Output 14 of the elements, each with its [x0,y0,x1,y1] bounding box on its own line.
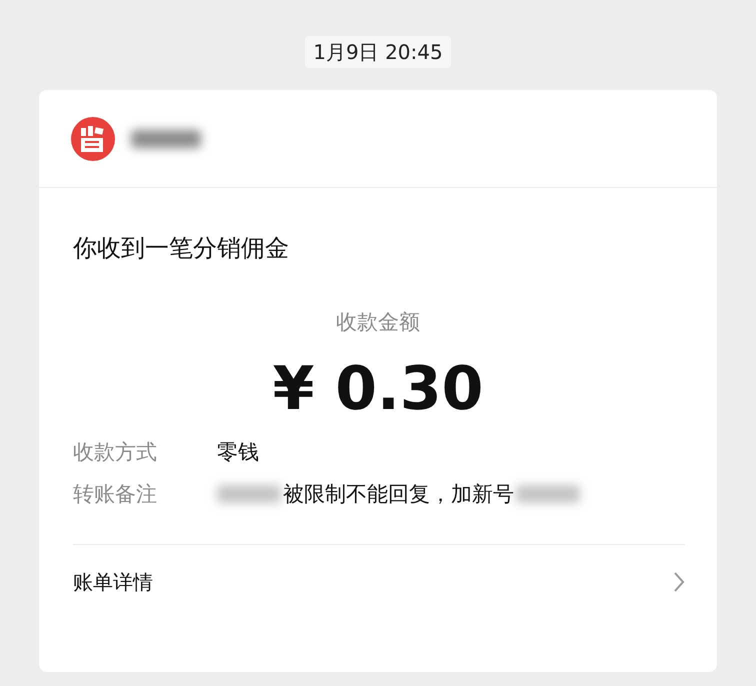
detail-label: 转账备注 [73,481,158,508]
store-logo-icon [71,116,115,160]
detail-label: 收款方式 [73,439,158,466]
blurred-text [131,130,201,148]
chevron-right-icon[interactable] [673,571,685,593]
timestamp: 1月9日 20:45 [305,36,451,68]
detail-value: 零钱 [217,439,259,466]
amount-label: 收款金额 [336,309,420,336]
message-title: 你收到一笔分销佣金 [73,233,290,264]
blurred-text [516,485,580,503]
bill-details-link[interactable]: 账单详情 [73,568,153,596]
detail-value: 被限制不能回复，加新号 [283,481,514,508]
amount: ¥ 0.30 [272,354,484,424]
blurred-text [217,485,281,503]
